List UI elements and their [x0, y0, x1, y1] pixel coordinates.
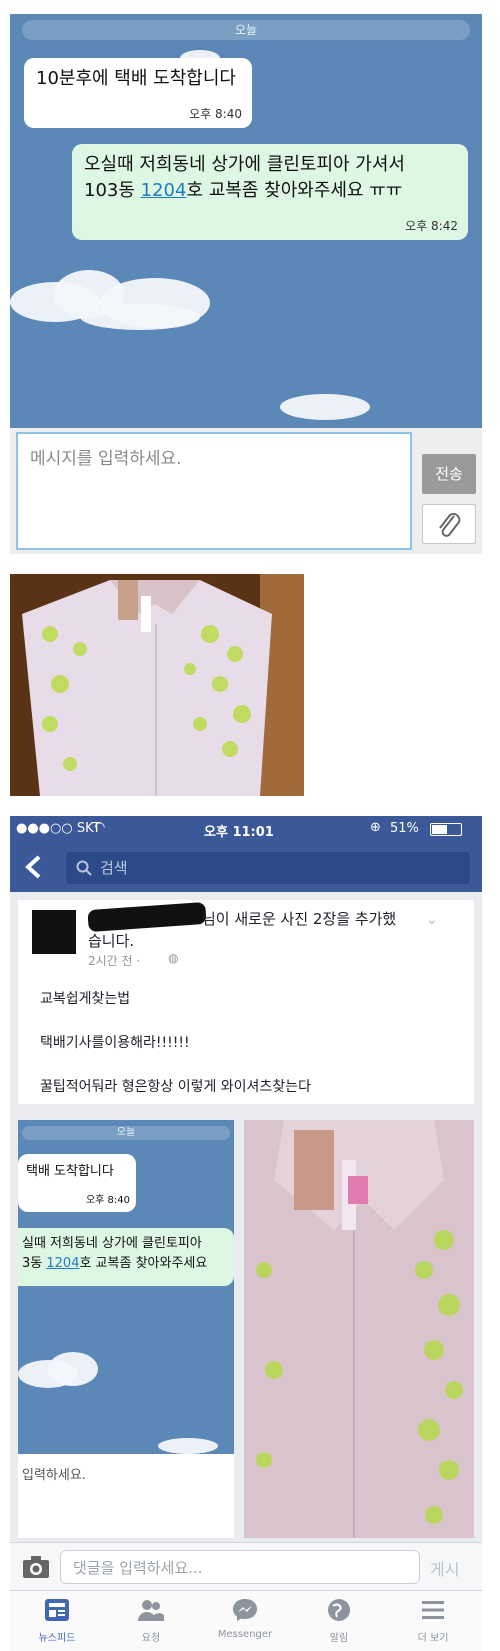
tab-label: 요청 — [141, 1633, 161, 1644]
message-bubble-incoming: 10분후에 택배 도착합니다 오후 8:40 — [24, 58, 252, 128]
back-chevron-icon[interactable] — [24, 855, 42, 879]
day-divider: 오늘 — [22, 20, 470, 40]
message-time: 오후 8:40 — [85, 1195, 130, 1206]
text-prefix: 103동 — [84, 180, 141, 201]
send-button[interactable]: 전송 — [422, 454, 476, 494]
tab-label: 알림 — [329, 1633, 349, 1644]
message-text: 택배 도착합니다 — [26, 1164, 114, 1179]
battery-percent: 51% — [390, 821, 419, 836]
chat-screenshot: 오늘 10분후에 택배 도착합니다 오후 8:40 오실때 저희동네 상가에 클… — [10, 14, 482, 554]
friend-requests-icon — [138, 1600, 164, 1621]
news-feed-icon — [45, 1599, 69, 1621]
message-text-line2: 3동 1204호 교복좀 찾아와주세요 — [22, 1254, 230, 1274]
comment-bar: 댓글을 입력하세요... 게시 — [10, 1542, 482, 1590]
post-meta: 2시간 전 · — [88, 954, 141, 968]
menu-icon — [422, 1601, 444, 1619]
globe-notifications-icon — [328, 1599, 350, 1621]
cloud — [80, 304, 200, 330]
message-text-line1: 오실때 저희동네 상가에 클린토피아 가셔서 — [84, 154, 405, 175]
wifi-icon: ◠ — [94, 820, 106, 835]
attach-button[interactable] — [422, 504, 476, 544]
tab-messenger[interactable]: Messenger — [198, 1597, 292, 1640]
tab-label: Messenger — [217, 1629, 273, 1640]
battery-icon — [430, 823, 462, 836]
globe-icon: ◍ — [168, 951, 179, 965]
facebook-screenshot: ●●●○○ SKT ◠ 오후 11:01 ⊕ 51% 검색 님이 새로운 사진 … — [10, 816, 482, 1651]
message-bubble-outgoing: 오실때 저희동네 상가에 클린토피아 가셔서 103동 1204호 교복좀 찾아… — [72, 144, 468, 240]
chevron-down-icon[interactable]: ⌄ — [426, 912, 438, 928]
unit-number-link: 1204 — [46, 1256, 80, 1271]
post-header-text: 님이 새로운 사진 2장을 추가했 — [202, 910, 397, 928]
post-comment-button[interactable]: 게시 — [430, 1556, 459, 1580]
day-divider: 오늘 — [22, 1126, 230, 1140]
text-prefix: 3동 — [22, 1256, 47, 1271]
message-text-line1: 실때 저희동네 상가에 클린토피아 — [22, 1236, 202, 1251]
message-bubble-outgoing: 실때 저희동네 상가에 클린토피아 3동 1204호 교복좀 찾아와주세요 — [18, 1228, 234, 1286]
text-suffix: 호 교복좀 찾아와주세요 — [79, 1256, 208, 1271]
unit-number-link[interactable]: 1204 — [141, 180, 187, 201]
nav-bar: 검색 — [10, 842, 482, 892]
tab-requests[interactable]: 요청 — [104, 1597, 198, 1644]
bottom-tab-bar: 뉴스피드 요청 Messenger 알림 더 보기 — [10, 1590, 482, 1651]
post-card: 님이 새로운 사진 2장을 추가했 습니다. 2시간 전 · ◍ ⌄ 교복쉽게찾… — [18, 900, 474, 1104]
tab-notifications[interactable]: 알림 — [292, 1597, 386, 1644]
shirt-photo — [10, 574, 304, 796]
profile-avatar[interactable] — [32, 910, 76, 954]
post-text-line: 교복쉽게찾는법 — [40, 991, 131, 1007]
post-photo-chat[interactable]: 오늘 택배 도착합니다 오후 8:40 실때 저희동네 상가에 클린토피아 3동… — [18, 1120, 234, 1538]
tab-news-feed[interactable]: 뉴스피드 — [10, 1597, 104, 1644]
search-icon — [76, 860, 92, 876]
tab-more[interactable]: 더 보기 — [386, 1597, 480, 1644]
message-time: 오후 8:42 — [405, 219, 458, 233]
message-time: 오후 8:40 — [189, 107, 242, 121]
search-placeholder: 검색 — [100, 859, 128, 877]
tab-label: 더 보기 — [417, 1633, 449, 1644]
search-input[interactable]: 검색 — [66, 852, 470, 884]
shirt-closeup-image — [244, 1120, 474, 1538]
message-input: 입력하세요. — [18, 1454, 234, 1538]
comment-input[interactable]: 댓글을 입력하세요... — [60, 1550, 420, 1584]
message-input[interactable]: 메시지를 입력하세요. — [16, 432, 412, 550]
post-header-text-line2: 습니다. — [88, 932, 135, 950]
paperclip-icon — [439, 512, 461, 537]
camera-icon[interactable] — [22, 1555, 50, 1579]
message-text-line2: 103동 1204호 교복좀 찾아와주세요 ㅠㅠ — [84, 178, 456, 204]
post-text-line: 택배기사를이용해라!!!!!! — [40, 1035, 190, 1051]
redacted-name — [87, 901, 207, 933]
message-input-area: 메시지를 입력하세요. 전송 — [10, 428, 482, 554]
carrier: ●●●○○ SKT — [16, 821, 101, 836]
post-text-line: 꿀팁적어둬라 형은항상 이렇게 와이셔츠찾는다 — [40, 1079, 311, 1095]
cloud — [48, 1352, 98, 1386]
cloud — [280, 394, 370, 420]
shirt-image — [10, 574, 304, 796]
tab-label: 뉴스피드 — [38, 1633, 76, 1644]
message-text: 10분후에 택배 도착합니다 — [36, 68, 236, 89]
message-bubble-incoming: 택배 도착합니다 오후 8:40 — [18, 1154, 136, 1212]
post-photo-shirt[interactable] — [244, 1120, 474, 1538]
rotation-lock-icon: ⊕ — [370, 820, 381, 835]
status-bar: ●●●○○ SKT ◠ 오후 11:01 ⊕ 51% — [10, 816, 482, 842]
cloud — [158, 1438, 218, 1454]
clock: 오후 11:01 — [204, 825, 274, 840]
text-suffix: 호 교복좀 찾아와주세요 ㅠㅠ — [186, 180, 403, 201]
messenger-icon — [233, 1599, 257, 1621]
